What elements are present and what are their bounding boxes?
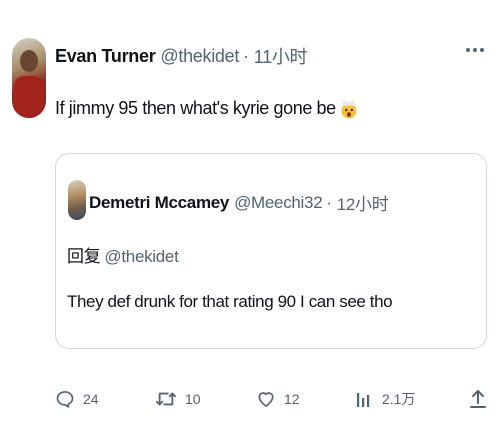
tweet-header: Evan Turner @thekidet · 11小时 bbox=[55, 43, 308, 69]
more-options-icon[interactable] bbox=[466, 48, 484, 52]
like-button[interactable]: 12 bbox=[256, 385, 300, 413]
retweet-count: 10 bbox=[185, 391, 201, 407]
reply-count: 24 bbox=[83, 391, 99, 407]
reply-context: 回复 @thekidet bbox=[67, 242, 179, 267]
retweet-button[interactable]: 10 bbox=[155, 385, 201, 413]
retweet-icon bbox=[156, 392, 176, 406]
separator-dot: · bbox=[326, 192, 332, 212]
view-count: 2.1万 bbox=[382, 391, 416, 407]
quoted-avatar[interactable] bbox=[68, 180, 86, 220]
tweet-text-container: If jimmy 95 then what's kyrie gone be bbox=[55, 98, 359, 119]
quoted-tweet-text: They def drunk for that rating 90 I can … bbox=[67, 292, 393, 311]
like-count: 12 bbox=[284, 391, 300, 407]
author-handle[interactable]: @thekidet bbox=[160, 46, 239, 67]
reply-prefix: 回复 bbox=[67, 247, 101, 266]
tweet-text: If jimmy 95 then what's kyrie gone be bbox=[55, 98, 336, 118]
views-button[interactable]: 2.1万 bbox=[356, 385, 415, 413]
avatar-shirt bbox=[14, 76, 44, 118]
author-name[interactable]: Evan Turner bbox=[55, 46, 156, 67]
quoted-author-name: Demetri Mccamey bbox=[89, 192, 230, 212]
quoted-tweet[interactable]: Demetri Mccamey @Meechi32 · 12小时 回复 @thek… bbox=[55, 153, 487, 349]
tweet[interactable]: Evan Turner @thekidet · 11小时 If jimmy 95… bbox=[0, 0, 500, 440]
tweet-time[interactable]: 11小时 bbox=[254, 43, 308, 69]
action-bar: 24 10 12 2.1万 bbox=[55, 385, 487, 413]
reply-mention[interactable]: @thekidet bbox=[104, 247, 178, 266]
separator-dot: · bbox=[243, 45, 249, 66]
quoted-author-handle: @Meechi32 bbox=[234, 192, 323, 212]
reply-button[interactable]: 24 bbox=[55, 385, 99, 413]
quoted-tweet-time: 12小时 bbox=[336, 195, 389, 214]
quoted-tweet-header: Demetri Mccamey @Meechi32 · 12小时 bbox=[89, 190, 389, 215]
heart-icon bbox=[258, 392, 274, 407]
exploding-head-icon bbox=[339, 99, 359, 119]
share-button[interactable] bbox=[469, 385, 487, 413]
avatar[interactable] bbox=[12, 38, 46, 118]
avatar-face bbox=[20, 50, 38, 72]
share-icon bbox=[470, 390, 486, 408]
reply-icon bbox=[56, 391, 74, 408]
analytics-icon bbox=[357, 393, 370, 407]
